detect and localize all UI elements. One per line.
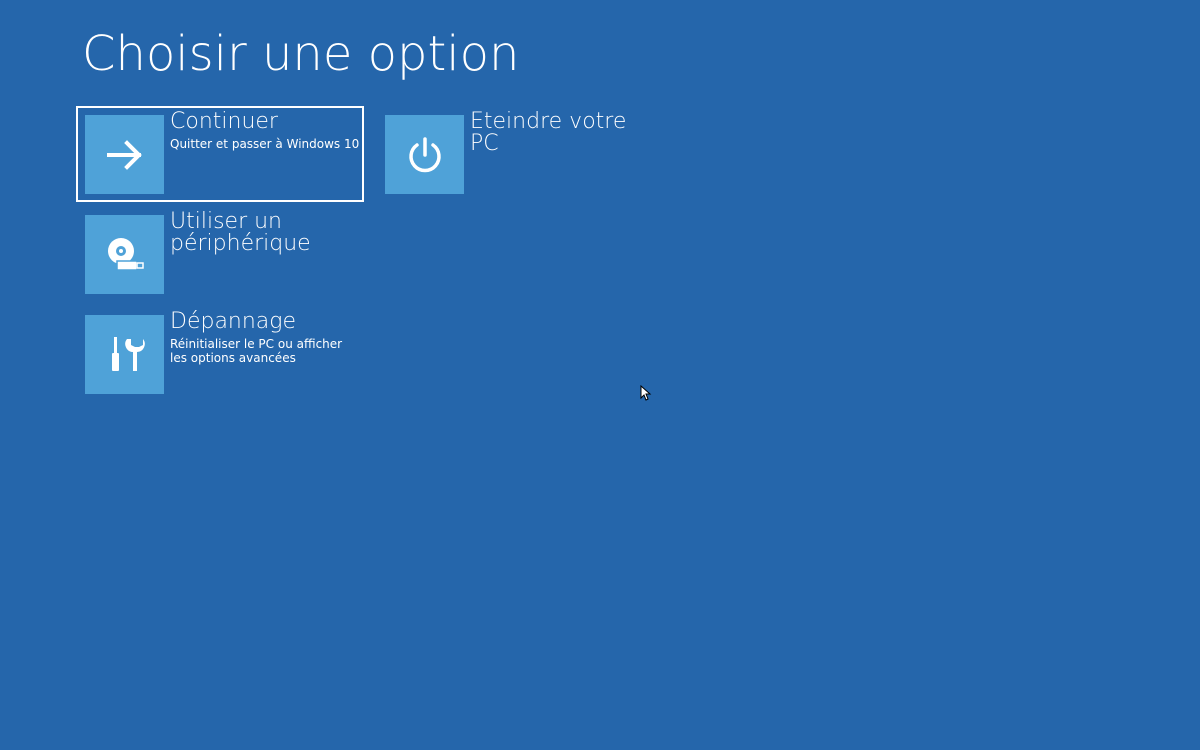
- option-troubleshoot[interactable]: Dépannage Réinitialiser le PC ou affiche…: [76, 306, 364, 402]
- option-troubleshoot-description: Réinitialiser le PC ou afficher les opti…: [170, 337, 343, 365]
- option-troubleshoot-tile[interactable]: [85, 315, 164, 394]
- option-shutdown-label: Eteindre votre PC: [470, 109, 627, 156]
- disc-usb-icon: [107, 237, 144, 271]
- option-troubleshoot-label: Dépannage: [170, 309, 297, 334]
- option-device[interactable]: Utiliser un périphérique: [76, 206, 364, 302]
- option-continue[interactable]: Continuer Quitter et passer à Windows 10: [76, 106, 364, 202]
- power-icon: [408, 136, 441, 172]
- option-device-label: Utiliser un périphérique: [170, 209, 311, 256]
- mouse-cursor-icon: [640, 385, 652, 401]
- option-shutdown-tile[interactable]: [385, 115, 464, 194]
- option-continue-label: Continuer: [170, 109, 278, 134]
- option-continue-description: Quitter et passer à Windows 10: [170, 137, 360, 151]
- page-title: Choisir une option: [82, 26, 520, 82]
- tools-icon: [111, 336, 145, 371]
- arrow-right-icon: [106, 139, 142, 170]
- option-device-tile[interactable]: [85, 215, 164, 294]
- option-shutdown[interactable]: Eteindre votre PC: [376, 106, 636, 202]
- option-continue-tile[interactable]: [85, 115, 164, 194]
